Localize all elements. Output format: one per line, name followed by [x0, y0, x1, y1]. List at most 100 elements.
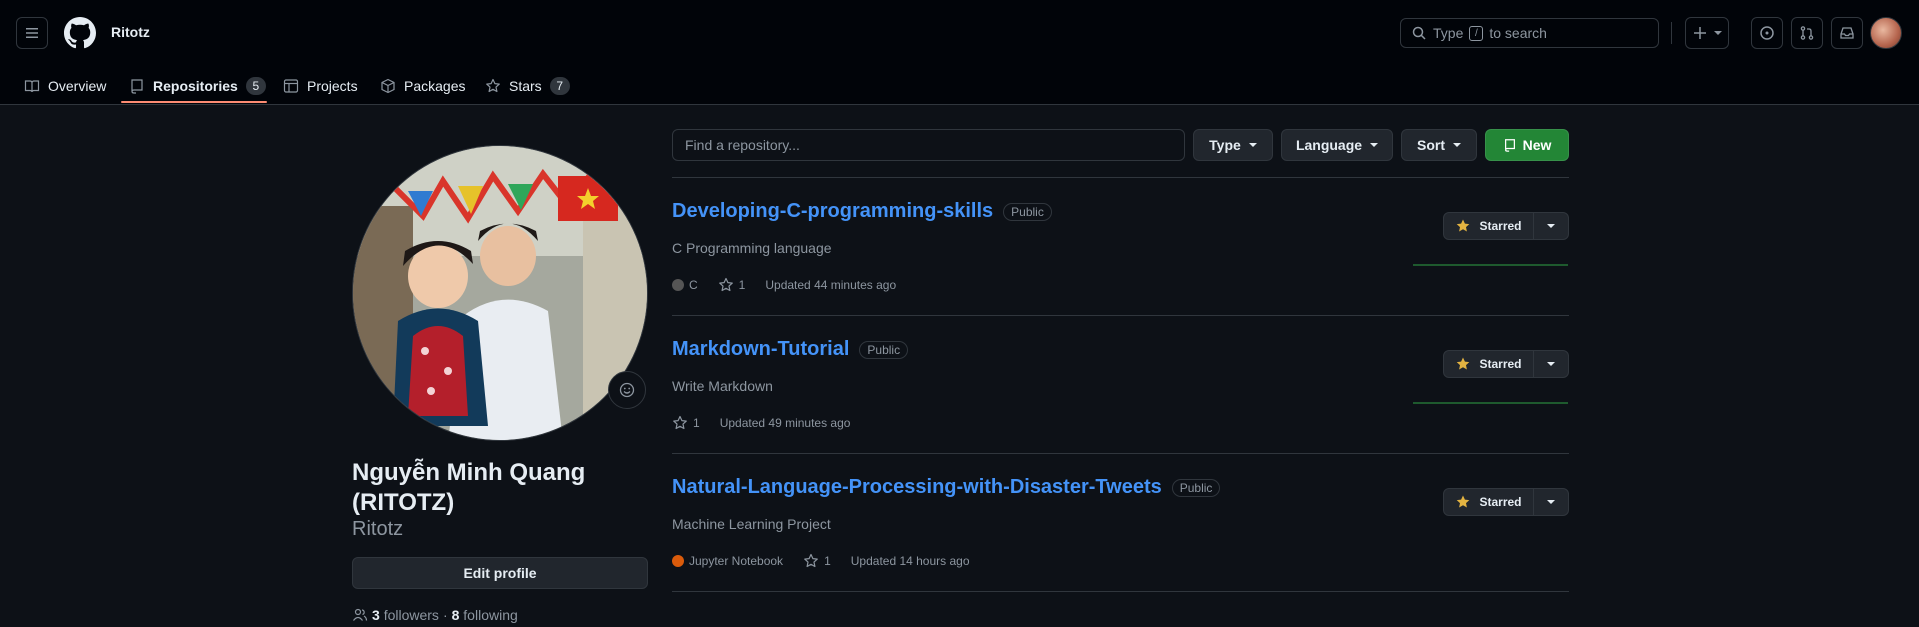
starred-label: Starred — [1479, 219, 1522, 233]
find-repository-input[interactable]: Find a repository... — [672, 129, 1185, 161]
starred-button[interactable]: Starred — [1443, 350, 1534, 378]
sort-filter-button[interactable]: Sort — [1401, 129, 1477, 161]
package-icon — [381, 78, 395, 93]
starred-label: Starred — [1479, 495, 1522, 509]
repo-updated: Updated 44 minutes ago — [765, 278, 897, 292]
repo-title-row: Markdown-Tutorial Public — [672, 338, 909, 361]
activity-sparkline — [1413, 402, 1568, 404]
star-list-dropdown[interactable] — [1534, 350, 1569, 378]
create-new-button[interactable] — [1685, 17, 1729, 49]
divider — [672, 591, 1569, 592]
star-count: 1 — [693, 416, 700, 430]
star-icon — [804, 553, 818, 568]
active-tab-indicator — [121, 101, 267, 103]
header-username[interactable]: Ritotz — [111, 24, 150, 40]
set-status-button[interactable] — [608, 371, 646, 409]
repo-language: Jupyter Notebook — [672, 554, 783, 568]
chevron-down-icon — [1547, 224, 1555, 228]
search-prefix: Type — [1433, 25, 1464, 41]
plus-icon — [1694, 27, 1706, 39]
language-filter-label: Language — [1295, 137, 1363, 153]
repo-list-item: Natural-Language-Processing-with-Disaste… — [672, 454, 1569, 592]
star-icon — [718, 277, 733, 292]
book-icon — [24, 79, 40, 92]
menu-button[interactable] — [16, 17, 48, 49]
follow-stats: 3 followers · 8 following — [352, 607, 518, 623]
repo-list-item: Developing-C-programming-skills Public C… — [672, 178, 1569, 316]
user-avatar[interactable] — [1870, 17, 1902, 49]
tab-label: Projects — [307, 77, 358, 94]
inbox-button[interactable] — [1831, 17, 1863, 49]
smiley-icon — [619, 382, 635, 398]
chevron-down-icon — [1453, 143, 1461, 147]
activity-sparkline — [1413, 264, 1568, 266]
repo-name-link[interactable]: Developing-C-programming-skills — [672, 200, 993, 223]
new-repository-button[interactable]: New — [1485, 129, 1569, 161]
global-search[interactable]: Type / to search — [1400, 18, 1659, 48]
star-list-dropdown[interactable] — [1534, 212, 1569, 240]
edit-profile-button[interactable]: Edit profile — [352, 557, 648, 589]
star-list-dropdown[interactable] — [1534, 488, 1569, 516]
followers-count: 3 — [372, 607, 380, 623]
tab-overview[interactable]: Overview — [16, 66, 114, 105]
repo-name-link[interactable]: Markdown-Tutorial — [672, 338, 849, 361]
language-name: Jupyter Notebook — [689, 554, 784, 568]
repo-stargazers-link[interactable]: 1 — [803, 553, 831, 569]
header-divider — [1671, 22, 1672, 44]
repo-description: Machine Learning Project — [672, 516, 831, 532]
tab-projects[interactable]: Projects — [275, 66, 366, 105]
chevron-down-icon — [1547, 362, 1555, 366]
repo-stargazers-link[interactable]: 1 — [718, 277, 745, 293]
star-icon — [673, 415, 687, 430]
tab-stars[interactable]: Stars 7 — [477, 66, 578, 105]
tab-repositories[interactable]: Repositories 5 — [121, 66, 274, 105]
repo-meta: C 1 Updated 44 minutes ago — [672, 277, 896, 293]
visibility-badge: Public — [1003, 202, 1052, 221]
profile-login: Ritotz — [352, 518, 404, 540]
repo-meta: Jupyter Notebook 1 Updated 14 hours ago — [672, 553, 970, 569]
repo-updated: Updated 49 minutes ago — [719, 416, 851, 430]
people-icon — [353, 608, 368, 621]
inbox-icon — [1840, 27, 1854, 39]
profile-photo[interactable] — [352, 145, 648, 441]
star-button-group: Starred — [1443, 212, 1569, 240]
repo-count-badge: 5 — [245, 76, 266, 95]
tab-label: Repositories — [153, 77, 238, 94]
star-button-group: Starred — [1443, 350, 1569, 378]
profile-photo-image — [353, 146, 647, 440]
repo-updated: Updated 14 hours ago — [850, 554, 970, 568]
issues-button[interactable] — [1751, 17, 1783, 49]
followers-link[interactable]: 3 followers — [372, 607, 439, 623]
follow-separator: · — [442, 607, 448, 623]
repo-stargazers-link[interactable]: 1 — [672, 415, 700, 431]
following-count: 8 — [451, 607, 460, 623]
repo-icon — [131, 78, 143, 94]
repo-title-row: Natural-Language-Processing-with-Disaste… — [672, 476, 1221, 499]
github-logo-icon[interactable] — [64, 17, 96, 49]
chevron-down-icon — [1248, 143, 1257, 147]
repo-name-link[interactable]: Natural-Language-Processing-with-Disaste… — [672, 476, 1162, 499]
star-fill-icon — [1457, 357, 1470, 370]
followers-label: followers — [383, 607, 439, 623]
tab-label: Packages — [404, 77, 466, 94]
starred-button[interactable]: Starred — [1443, 212, 1534, 240]
visibility-badge: Public — [859, 340, 909, 359]
header-top-bar: Ritotz Type / to search — [0, 0, 1919, 66]
following-label: following — [463, 607, 518, 623]
following-link[interactable]: 8 following — [452, 607, 518, 623]
repo-list-item: Markdown-Tutorial Public Write Markdown … — [672, 316, 1569, 454]
repo-description: C Programming language — [672, 240, 832, 256]
language-color-dot — [672, 555, 684, 567]
table-icon — [283, 78, 299, 93]
sort-filter-label: Sort — [1417, 137, 1445, 153]
repo-description: Write Markdown — [672, 378, 773, 394]
global-header: Ritotz Type / to search Overview Reposit… — [0, 0, 1919, 105]
type-filter-button[interactable]: Type — [1193, 129, 1273, 161]
repo-language: C — [672, 278, 698, 292]
pull-requests-button[interactable] — [1791, 17, 1823, 49]
tab-packages[interactable]: Packages — [372, 66, 473, 105]
repo-meta: 1 Updated 49 minutes ago — [672, 415, 850, 431]
language-filter-button[interactable]: Language — [1281, 129, 1393, 161]
starred-button[interactable]: Starred — [1443, 488, 1534, 516]
star-icon — [486, 78, 500, 92]
